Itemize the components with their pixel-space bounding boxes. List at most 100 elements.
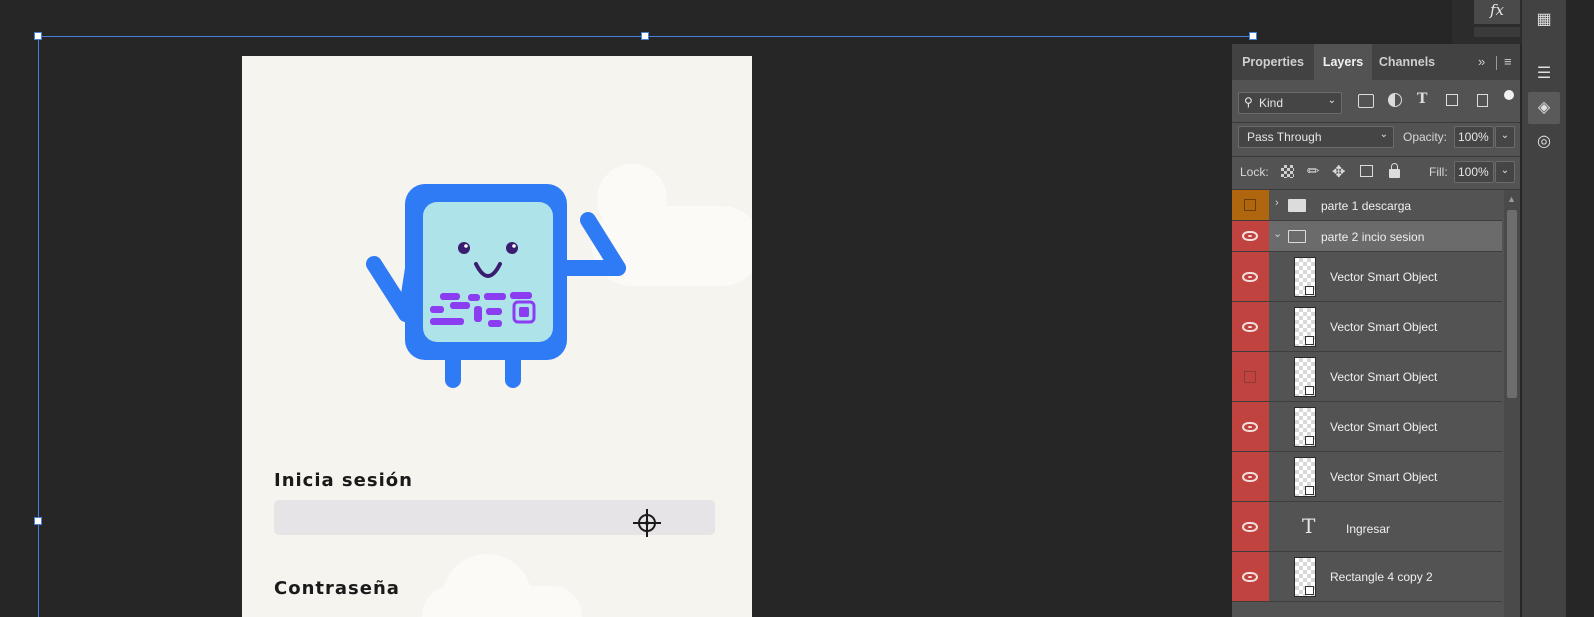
tab-properties[interactable]: Properties	[1232, 44, 1314, 80]
layer-name: Ingresar	[1346, 522, 1391, 536]
lock-position-move-icon[interactable]: ✥	[1332, 162, 1345, 182]
password-title: Contraseña	[274, 578, 400, 599]
layers-panel: Properties Layers Channels » ≡ ⚲ Kind ⌄ …	[1232, 44, 1520, 617]
layer-row-smart-object[interactable]: Vector Smart Object	[1232, 302, 1502, 352]
layer-row-smart-object[interactable]: Vector Smart Object	[1232, 252, 1502, 302]
layers-list: › parte 1 descarga ⌄ parte 2 incio sesio…	[1232, 190, 1520, 617]
eye-icon[interactable]	[1242, 322, 1258, 332]
layer-row-text[interactable]: T Ingresar	[1232, 502, 1502, 552]
search-icon: ⚲	[1244, 95, 1253, 109]
opacity-dropdown-button[interactable]: ⌄	[1495, 126, 1515, 148]
smart-object-badge-icon	[1305, 386, 1314, 395]
eye-icon[interactable]	[1242, 522, 1258, 532]
fill-input[interactable]: 100%	[1454, 161, 1494, 183]
lock-all-shackle	[1391, 163, 1398, 170]
tab-layers[interactable]: Layers	[1314, 44, 1372, 80]
right-icon-toolbar: ▦ ☰ ◈ ◎	[1522, 0, 1566, 617]
layer-name: Vector Smart Object	[1330, 470, 1438, 484]
layers-icon[interactable]: ◈	[1528, 92, 1560, 124]
chevron-right-icon[interactable]: ›	[1275, 197, 1279, 209]
canvas-workspace[interactable]: Inicia sesión Contraseña	[0, 0, 1257, 617]
filter-kind-select[interactable]: ⚲ Kind ⌄	[1238, 92, 1342, 114]
robot-illustration	[366, 184, 626, 388]
layer-name: Vector Smart Object	[1330, 320, 1438, 334]
filter-kind-value: Kind	[1259, 96, 1284, 110]
scroll-up-arrow-icon[interactable]: ▲	[1507, 194, 1516, 204]
filter-type-icon[interactable]: T	[1417, 91, 1427, 107]
eye-icon[interactable]	[1242, 572, 1258, 582]
opacity-input[interactable]: 100%	[1454, 126, 1494, 148]
transform-handle-top-right[interactable]	[1249, 32, 1257, 40]
separator	[1232, 122, 1520, 123]
channels-icon[interactable]: ◎	[1528, 126, 1560, 158]
layer-row-group-selected[interactable]: ⌄ parte 2 incio sesion	[1232, 221, 1502, 252]
chevron-down-icon[interactable]: ⌄	[1273, 227, 1282, 240]
eye-icon[interactable]	[1242, 272, 1258, 282]
lock-label: Lock:	[1240, 165, 1269, 179]
layer-name: Vector Smart Object	[1330, 270, 1438, 284]
layer-name: Vector Smart Object	[1330, 370, 1438, 384]
tab-divider	[1496, 56, 1497, 70]
panel-menu-icon[interactable]: ≡	[1504, 54, 1512, 69]
fill-value: 100%	[1458, 165, 1489, 179]
chevron-down-icon: ⌄	[1500, 165, 1510, 176]
eye-icon[interactable]	[1242, 231, 1258, 241]
layer-name: Rectangle 4 copy 2	[1330, 570, 1433, 584]
transform-handle-top-center[interactable]	[641, 32, 649, 40]
layer-row-smart-object[interactable]: Vector Smart Object	[1232, 402, 1502, 452]
artboard[interactable]: Inicia sesión Contraseña	[242, 56, 752, 617]
layer-name: Vector Smart Object	[1330, 420, 1438, 434]
filter-toggle[interactable]	[1504, 90, 1514, 100]
layer-row-smart-object[interactable]: Vector Smart Object	[1232, 452, 1502, 502]
text-layer-icon: T	[1302, 514, 1316, 538]
opacity-label: Opacity:	[1403, 130, 1448, 144]
smart-object-badge-icon	[1305, 436, 1314, 445]
eye-icon[interactable]	[1242, 422, 1258, 432]
layer-name: parte 1 descarga	[1321, 199, 1412, 213]
smart-object-badge-icon	[1305, 336, 1314, 345]
adjustments-sliders-icon[interactable]: ☰	[1528, 58, 1560, 90]
filter-smart-object-icon[interactable]	[1477, 94, 1488, 107]
layer-name: parte 2 incio sesion	[1321, 230, 1425, 244]
toolbar-gutter	[1566, 0, 1594, 617]
transform-handle-top-left[interactable]	[34, 32, 42, 40]
filter-adjustment-icon[interactable]	[1388, 93, 1402, 107]
tab-channels[interactable]: Channels	[1372, 44, 1442, 80]
layer-thumbnail	[1294, 307, 1316, 347]
layer-row-shape[interactable]: Rectangle 4 copy 2	[1232, 552, 1502, 602]
shape-badge-icon	[1305, 586, 1314, 595]
fx-button[interactable]: fx	[1474, 0, 1520, 24]
chevron-down-icon: ⌄	[1379, 129, 1388, 140]
layers-scrollbar-thumb[interactable]	[1507, 210, 1517, 398]
smart-object-badge-icon	[1305, 286, 1314, 295]
fill-dropdown-button[interactable]: ⌄	[1495, 161, 1515, 183]
filter-shape-icon[interactable]	[1446, 94, 1458, 106]
lock-all-icon[interactable]	[1389, 169, 1400, 178]
layer-thumbnail	[1294, 407, 1316, 447]
visibility-toggle-off[interactable]	[1244, 199, 1256, 211]
layer-thumbnail	[1294, 557, 1316, 597]
fill-label: Fill:	[1429, 165, 1448, 179]
layer-row-group[interactable]: › parte 1 descarga	[1232, 190, 1502, 221]
expand-panels-icon[interactable]: »	[1478, 54, 1485, 69]
visibility-toggle-off[interactable]	[1244, 371, 1256, 383]
panel-tab-bar: Properties Layers Channels » ≡	[1232, 44, 1520, 80]
filter-pixel-icon[interactable]	[1358, 94, 1374, 108]
lock-artboard-icon[interactable]	[1360, 165, 1373, 177]
layer-thumbnail	[1294, 457, 1316, 497]
chevron-down-icon: ⌄	[1327, 95, 1336, 106]
selection-left-edge	[38, 36, 39, 617]
layer-row-smart-object[interactable]: Vector Smart Object	[1232, 352, 1502, 402]
eye-icon[interactable]	[1242, 472, 1258, 482]
layer-thumbnail	[1294, 357, 1316, 397]
separator	[1232, 156, 1520, 157]
login-title: Inicia sesión	[274, 470, 413, 491]
folder-open-icon	[1288, 230, 1306, 243]
lock-image-brush-icon[interactable]: ✏	[1307, 162, 1320, 180]
reference-point-crosshair-icon[interactable]	[632, 508, 662, 538]
blend-mode-select[interactable]: Pass Through ⌄	[1238, 126, 1394, 148]
opacity-value: 100%	[1458, 130, 1489, 144]
grid-table-icon[interactable]: ▦	[1528, 4, 1560, 36]
lock-transparent-icon[interactable]	[1281, 165, 1294, 178]
transform-handle-middle-left[interactable]	[34, 517, 42, 525]
